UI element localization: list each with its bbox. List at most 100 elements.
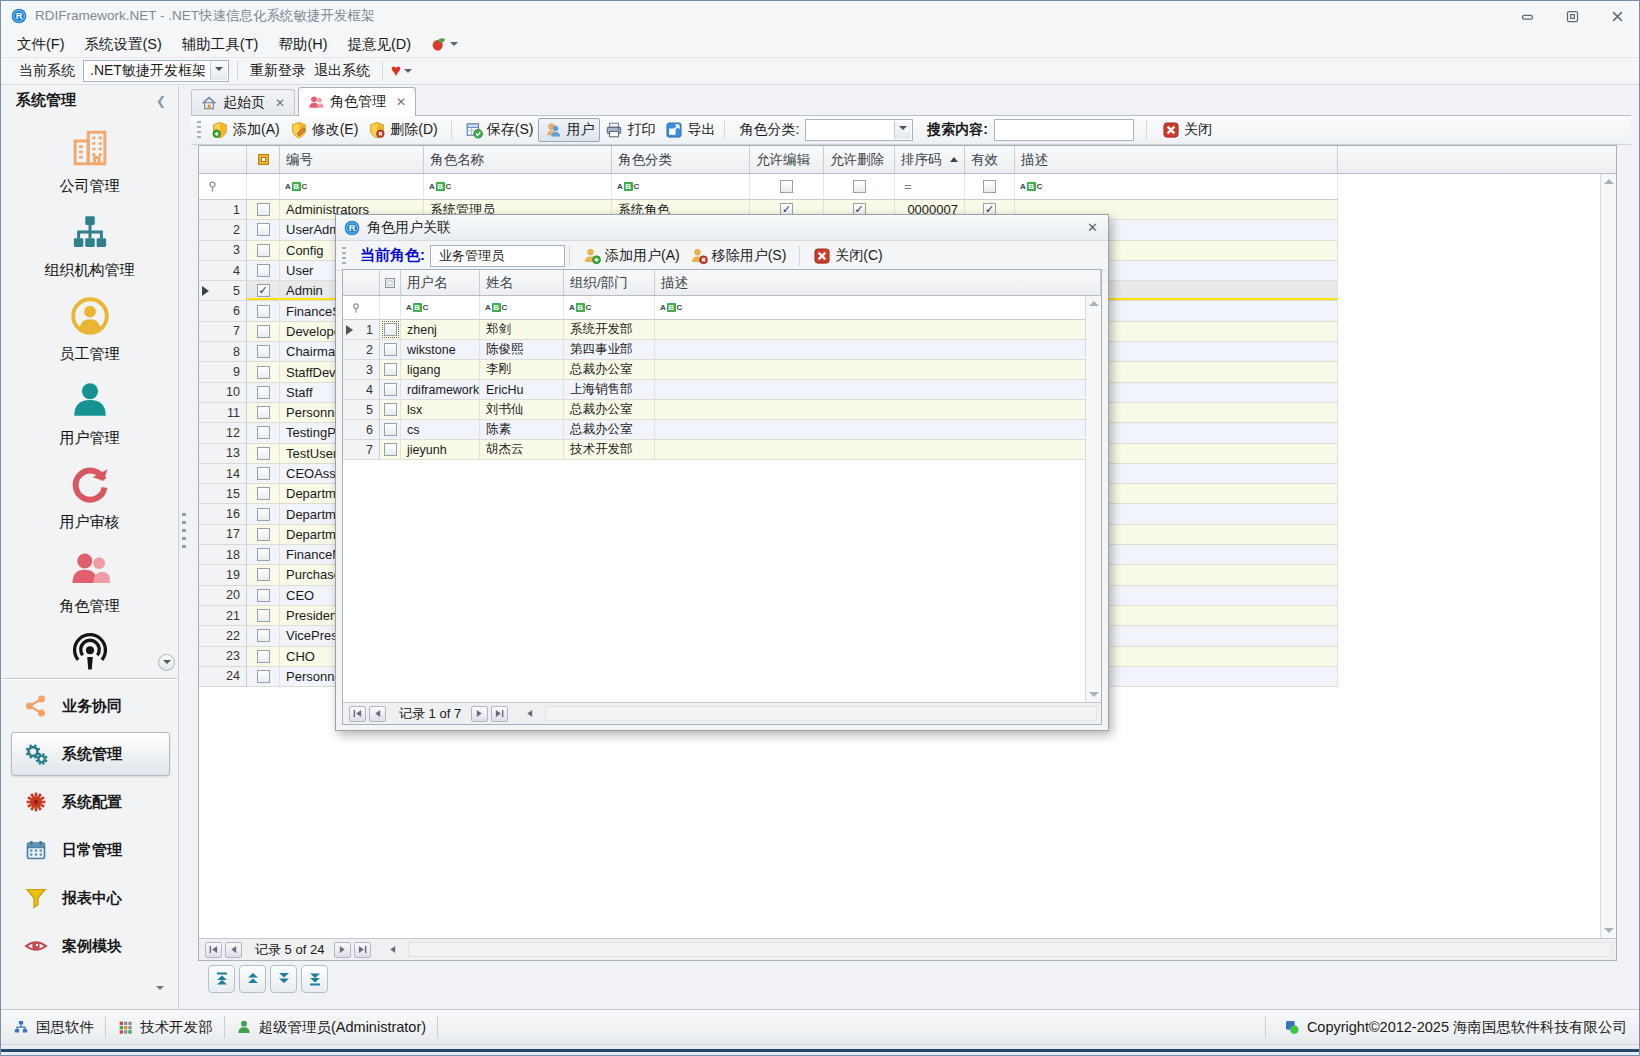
hscroll-track[interactable] xyxy=(545,706,1097,721)
sidebar-module-org[interactable]: 组织机构管理 xyxy=(2,203,177,287)
nav-funnel[interactable]: 报表中心 xyxy=(2,874,178,922)
filter-cell[interactable]: ABC xyxy=(612,174,750,199)
add-user-button[interactable]: 添加用户(A) xyxy=(578,245,685,267)
maximize-button[interactable] xyxy=(1565,9,1580,24)
filter-cell[interactable]: ABC xyxy=(480,296,564,319)
remove-user-button[interactable]: 移除用户(S) xyxy=(685,245,792,267)
column-header[interactable]: 排序码 xyxy=(895,146,965,173)
hscroll-track[interactable] xyxy=(408,942,1612,957)
dialog-vertical-scrollbar[interactable] xyxy=(1085,296,1101,702)
filter-cell[interactable]: ABC xyxy=(655,296,1087,319)
sidebar-nav-more-icon[interactable] xyxy=(153,981,164,997)
system-combobox-dropdown[interactable] xyxy=(210,62,227,80)
table-row[interactable]: 1zhenj郑剑系统开发部 xyxy=(343,320,1087,340)
dialog-grid-filter-row[interactable]: ABCABCABCABC xyxy=(343,296,1087,320)
relogin-button[interactable]: 重新登录 xyxy=(246,62,310,80)
column-header[interactable]: 描述 xyxy=(655,270,1101,295)
close-tab-button[interactable]: 关闭 xyxy=(1157,119,1217,141)
tab-home[interactable]: 起始页 ✕ xyxy=(191,89,295,115)
grid-filter-row[interactable]: ABCABCABC=ABC xyxy=(199,174,1338,200)
hscroll-left-button[interactable] xyxy=(521,706,538,722)
save-button[interactable]: 保存(S) xyxy=(460,119,539,141)
sidebar-module-employee[interactable]: 员工管理 xyxy=(2,287,177,371)
table-row[interactable]: 2wikstone陈俊熙第四事业部 xyxy=(343,340,1087,360)
print-button[interactable]: 打印 xyxy=(600,119,660,141)
header-select-all[interactable] xyxy=(247,146,280,173)
filter-cell[interactable] xyxy=(824,174,895,199)
filter-cell[interactable]: ABC xyxy=(424,174,612,199)
column-header[interactable]: 允许删除 xyxy=(824,146,895,173)
pager-next-button[interactable] xyxy=(334,942,351,958)
delete-button[interactable]: 删除(D) xyxy=(363,119,442,141)
pager-prev-button[interactable] xyxy=(369,706,386,722)
column-header[interactable]: 姓名 xyxy=(480,270,564,295)
scroll-down-icon[interactable] xyxy=(1089,692,1099,697)
menu-item[interactable]: 文件(F) xyxy=(17,35,65,54)
close-button[interactable] xyxy=(1610,9,1625,24)
table-row[interactable]: 5lsx刘书仙总裁办公室 xyxy=(343,400,1087,420)
move-top-button[interactable] xyxy=(208,965,235,993)
dialog-close-icon[interactable]: ✕ xyxy=(1087,220,1098,235)
column-header[interactable]: 描述 xyxy=(1015,146,1338,173)
table-row[interactable]: 4rdiframeworkEricHu上海销售部 xyxy=(343,380,1087,400)
hscroll-left-button[interactable] xyxy=(384,942,401,958)
category-combobox[interactable] xyxy=(805,119,913,141)
pager-last-button[interactable] xyxy=(491,706,508,722)
tab-close-icon[interactable]: ✕ xyxy=(275,96,285,110)
category-dropdown[interactable] xyxy=(894,121,911,139)
table-row[interactable]: 7jieyunh胡杰云技术开发部 xyxy=(343,440,1087,460)
sidebar-module-userteal[interactable]: 用户管理 xyxy=(2,371,177,455)
filter-cell[interactable] xyxy=(965,174,1015,199)
sidebar-module-podcast[interactable]: 岗位管理 xyxy=(2,623,177,678)
user-button[interactable]: 用户 xyxy=(538,118,600,142)
filter-cell[interactable]: ABC xyxy=(1015,174,1338,199)
nav-config[interactable]: 系统配置 xyxy=(2,778,178,826)
filter-cell[interactable]: ABC xyxy=(280,174,424,199)
column-header[interactable]: 有效 xyxy=(965,146,1015,173)
column-header[interactable]: 角色名称 xyxy=(424,146,612,173)
table-row[interactable]: 6cs陈素总裁办公室 xyxy=(343,420,1087,440)
menu-item[interactable]: 提意见(D) xyxy=(348,35,412,54)
menu-item[interactable]: 辅助工具(T) xyxy=(182,35,259,54)
minimize-button[interactable] xyxy=(1520,9,1535,24)
scroll-down-icon[interactable] xyxy=(1604,928,1614,933)
export-button[interactable]: 导出 xyxy=(660,119,720,141)
favorite-heart-icon[interactable]: ♥ xyxy=(391,61,401,81)
sidebar-module-roles[interactable]: 角色管理 xyxy=(2,539,177,623)
column-header[interactable]: 角色分类 xyxy=(612,146,750,173)
column-header[interactable]: 编号 xyxy=(280,146,424,173)
move-bottom-button[interactable] xyxy=(301,965,328,993)
edit-button[interactable]: 修改(E) xyxy=(285,119,364,141)
move-down-button[interactable] xyxy=(270,965,297,993)
move-up-button[interactable] xyxy=(239,965,266,993)
column-header[interactable]: 用户名 xyxy=(401,270,480,295)
splitter-handle[interactable] xyxy=(182,513,186,549)
filter-cell[interactable] xyxy=(750,174,824,199)
search-input[interactable] xyxy=(994,119,1134,141)
filter-cell[interactable] xyxy=(199,174,247,199)
grid-vertical-scrollbar[interactable] xyxy=(1600,174,1616,938)
menu-item[interactable]: 帮助(H) xyxy=(278,35,327,54)
pager-last-button[interactable] xyxy=(354,942,371,958)
nav-eye[interactable]: 案例模块 xyxy=(2,922,178,970)
filter-cell[interactable]: = xyxy=(895,174,965,199)
column-header[interactable]: 组织/部门 xyxy=(564,270,655,295)
scroll-up-icon[interactable] xyxy=(1089,301,1099,306)
sidebar-module-company[interactable]: 公司管理 xyxy=(2,119,177,203)
sidebar-scroll-down-button[interactable] xyxy=(158,654,175,671)
tab-close-icon[interactable]: ✕ xyxy=(396,95,406,109)
filter-cell[interactable]: ABC xyxy=(564,296,655,319)
filter-cell[interactable]: ABC xyxy=(401,296,480,319)
pager-first-button[interactable] xyxy=(349,706,366,722)
nav-calendar[interactable]: 日常管理 xyxy=(2,826,178,874)
table-row[interactable]: 3ligang李刚总裁办公室 xyxy=(343,360,1087,380)
menu-item[interactable]: 系统设置(S) xyxy=(85,35,162,54)
pager-next-button[interactable] xyxy=(471,706,488,722)
pager-first-button[interactable] xyxy=(205,942,222,958)
system-combobox[interactable]: .NET敏捷开发框架 xyxy=(83,60,229,82)
toolbar-drag-handle[interactable] xyxy=(197,121,201,139)
feedback-icon[interactable] xyxy=(431,36,447,52)
column-header[interactable]: 允许编辑 xyxy=(750,146,824,173)
scroll-up-icon[interactable] xyxy=(1604,179,1614,184)
dialog-toolbar-handle[interactable] xyxy=(342,247,346,265)
